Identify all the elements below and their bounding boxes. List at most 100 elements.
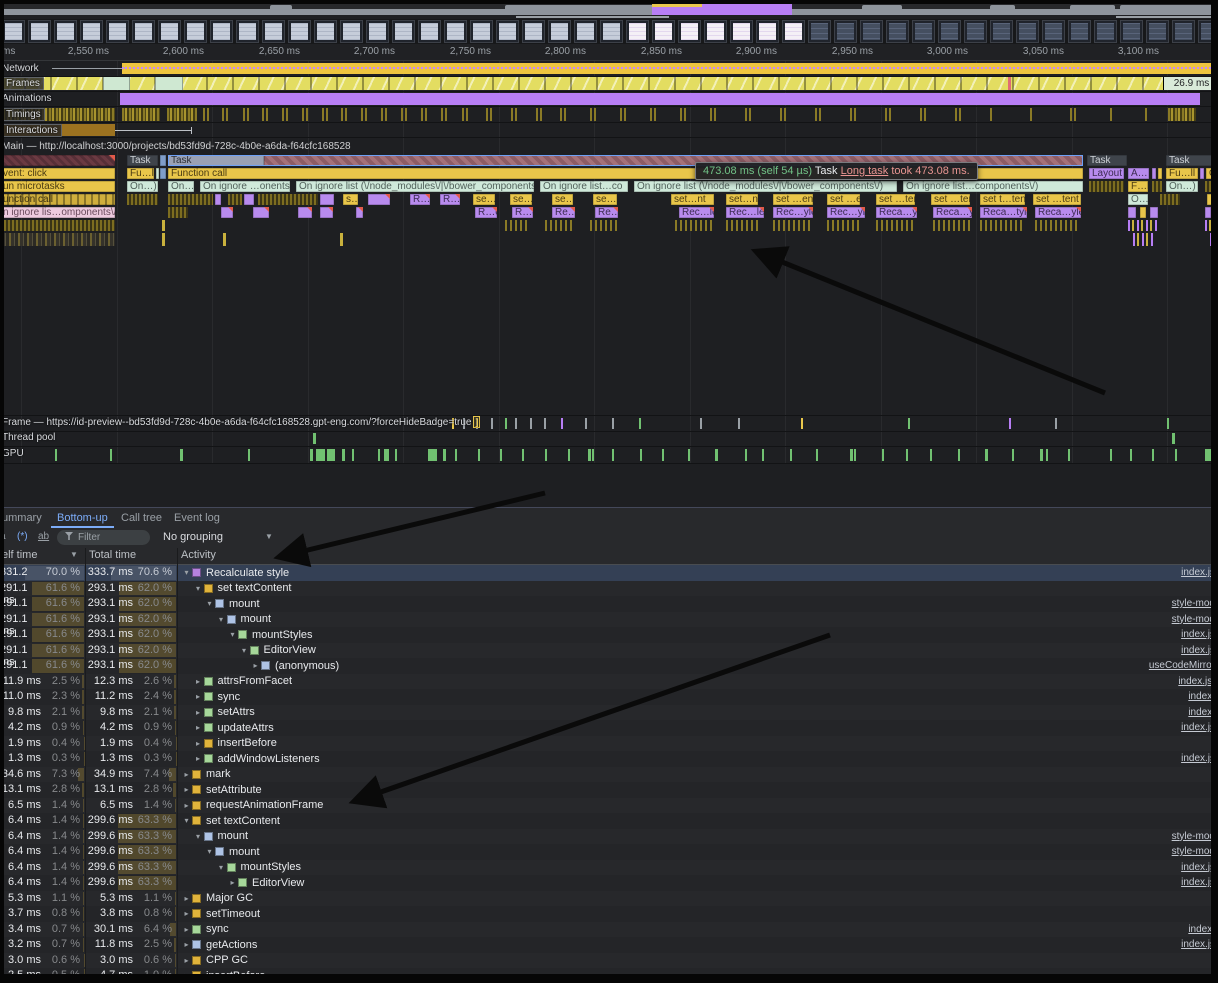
filmstrip-thumbnail[interactable] <box>392 20 415 43</box>
filmstrip-thumbnail[interactable] <box>366 20 389 43</box>
flame-bar[interactable] <box>320 194 334 205</box>
filmstrip-thumbnail[interactable] <box>1094 20 1117 43</box>
flame-bar[interactable] <box>1152 168 1156 179</box>
filmstrip-thumbnail[interactable] <box>210 20 233 43</box>
filmstrip-thumbnail[interactable] <box>938 20 961 43</box>
filmstrip-thumbnail[interactable] <box>730 20 753 43</box>
table-row[interactable]: 6.4 ms1.4 %299.6 ms63.3 %▾mountstyle-mod <box>0 844 1218 860</box>
flame-bar[interactable]: se…t <box>473 194 495 205</box>
flame-bar[interactable] <box>1213 207 1218 218</box>
collapse-icon[interactable]: ▾ <box>181 568 192 577</box>
flame-bar[interactable] <box>356 207 363 218</box>
expand-icon[interactable]: ▸ <box>193 677 204 686</box>
filmstrip-thumbnail[interactable] <box>860 20 883 43</box>
table-row[interactable]: 291.1 ms61.6 %293.1 ms62.0 %▾mountStyles… <box>0 627 1218 643</box>
flame-bar[interactable]: O… <box>1128 194 1148 205</box>
filmstrip-thumbnail[interactable] <box>678 20 701 43</box>
filmstrip-thumbnail[interactable] <box>990 20 1013 43</box>
expand-icon[interactable]: ▸ <box>193 692 204 701</box>
filmstrip-thumbnail[interactable] <box>1068 20 1091 43</box>
tab-summary[interactable]: ummary <box>2 508 42 528</box>
table-row[interactable]: 291.1 ms61.6 %293.1 ms62.0 %▾set textCon… <box>0 581 1218 597</box>
source-link[interactable]: index.js <box>1181 862 1218 873</box>
flame-bar[interactable]: Rec…yle <box>827 207 865 218</box>
flame-bar[interactable] <box>215 194 221 205</box>
timings-track[interactable]: Timings <box>0 107 1218 123</box>
filmstrip-thumbnail[interactable] <box>2 20 25 43</box>
flame-bar[interactable]: Rec…le <box>679 207 714 218</box>
filmstrip-thumbnail[interactable] <box>574 20 597 43</box>
good-frame[interactable] <box>155 77 183 90</box>
tab-event-log[interactable]: Event log <box>174 508 220 528</box>
flame-bar[interactable] <box>298 207 312 218</box>
source-link[interactable]: index.js: <box>1178 676 1218 687</box>
flame-bar[interactable]: On…) <box>168 181 194 192</box>
match-whole-word-icon[interactable]: ab <box>38 531 49 542</box>
match-case-icon[interactable]: a <box>0 531 6 542</box>
collapse-icon[interactable]: ▾ <box>204 599 215 608</box>
table-row[interactable]: 291.1 ms61.6 %293.1 ms62.0 %▸(anonymous)… <box>0 658 1218 674</box>
flame-bar[interactable]: R… <box>410 194 430 205</box>
table-row[interactable]: 2.5 ms0.5 %4.7 ms1.0 %▸insertBefore <box>0 968 1218 983</box>
filmstrip-thumbnail[interactable] <box>834 20 857 43</box>
table-row[interactable]: 291.1 ms61.6 %293.1 ms62.0 %▾mountstyle-… <box>0 596 1218 612</box>
flame-bar[interactable]: Layout <box>1089 168 1124 179</box>
table-row[interactable]: 291.1 ms61.6 %293.1 ms62.0 %▾EditorViewi… <box>0 643 1218 659</box>
flame-bar[interactable] <box>1140 207 1146 218</box>
flame-bar[interactable] <box>1158 168 1162 179</box>
cpu-activity-overview[interactable] <box>0 0 1218 15</box>
filmstrip-thumbnail[interactable] <box>184 20 207 43</box>
table-row[interactable]: 9.8 ms2.1 %9.8 ms2.1 %▸setAttrsindex. <box>0 705 1218 721</box>
filmstrip-thumbnail[interactable] <box>600 20 623 43</box>
collapse-icon[interactable]: ▾ <box>193 832 204 841</box>
table-row[interactable]: 3.7 ms0.8 %3.8 ms0.8 %▸setTimeout <box>0 906 1218 922</box>
screenshot-filmstrip[interactable] <box>0 19 1218 44</box>
flame-bar[interactable]: Reca…yle <box>933 207 972 218</box>
expand-icon[interactable]: ▸ <box>181 956 192 965</box>
grouping-select[interactable]: No grouping <box>163 531 223 543</box>
flame-bar[interactable]: un microtasks <box>0 181 115 192</box>
flame-bar[interactable] <box>156 168 159 179</box>
column-self-time[interactable]: elf time <box>2 549 37 561</box>
table-row[interactable]: 291.1 ms61.6 %293.1 ms62.0 %▾mountstyle-… <box>0 612 1218 628</box>
filmstrip-thumbnail[interactable] <box>1146 20 1169 43</box>
source-link[interactable]: style-mod <box>1172 598 1218 609</box>
flame-bar[interactable]: Re…e <box>552 207 575 218</box>
flame-bar[interactable]: R…e <box>512 207 533 218</box>
expand-icon[interactable]: ▸ <box>181 894 192 903</box>
expand-icon[interactable]: ▸ <box>181 971 192 980</box>
filmstrip-thumbnail[interactable] <box>444 20 467 43</box>
filmstrip-thumbnail[interactable] <box>808 20 831 43</box>
column-activity[interactable]: Activity <box>181 549 216 561</box>
flame-bar[interactable]: On ignore list…co <box>540 181 628 192</box>
collapse-icon[interactable]: ▾ <box>216 863 227 872</box>
flame-bar[interactable]: s…t <box>343 194 358 205</box>
flame-bar[interactable]: unction call <box>0 194 115 205</box>
source-link[interactable]: index. <box>1188 707 1218 718</box>
source-link[interactable]: style-mod <box>1172 831 1218 842</box>
filmstrip-thumbnail[interactable] <box>54 20 77 43</box>
flame-bar[interactable]: Reca…yle <box>876 207 917 218</box>
animation-bar[interactable] <box>120 93 1200 105</box>
table-row[interactable]: 331.2 ms70.0 %333.7 ms70.6 %▾Recalculate… <box>0 565 1218 581</box>
filmstrip-thumbnail[interactable] <box>704 20 727 43</box>
timeline-ruler[interactable]: ms 2,550 ms2,600 ms2,650 ms2,700 ms2,750… <box>0 44 1218 61</box>
expand-icon[interactable]: ▸ <box>181 909 192 918</box>
table-row[interactable]: 6.4 ms1.4 %299.6 ms63.3 %▾mountstyle-mod <box>0 829 1218 845</box>
flame-bar[interactable] <box>244 194 254 205</box>
flame-bar[interactable]: Fu…ll <box>127 168 154 179</box>
filmstrip-thumbnail[interactable] <box>158 20 181 43</box>
source-link[interactable]: index.js <box>1181 645 1218 656</box>
source-link[interactable]: index. <box>1188 924 1218 935</box>
collapse-icon[interactable]: ▾ <box>193 584 204 593</box>
table-row[interactable]: 11.0 ms2.3 %11.2 ms2.4 %▸syncindex. <box>0 689 1218 705</box>
source-link[interactable]: index.js <box>1181 567 1218 578</box>
chevron-down-icon[interactable]: ▼ <box>265 532 273 541</box>
flame-bar[interactable]: R…e <box>475 207 497 218</box>
expand-icon[interactable]: ▸ <box>181 801 192 810</box>
table-row[interactable]: 3.0 ms0.6 %3.0 ms0.6 %▸CPP GC <box>0 953 1218 969</box>
network-track[interactable]: Network <box>0 62 1218 77</box>
source-link[interactable]: useCodeMirror <box>1149 660 1218 671</box>
table-row[interactable]: 11.9 ms2.5 %12.3 ms2.6 %▸attrsFromFaceti… <box>0 674 1218 690</box>
filmstrip-thumbnail[interactable] <box>236 20 259 43</box>
